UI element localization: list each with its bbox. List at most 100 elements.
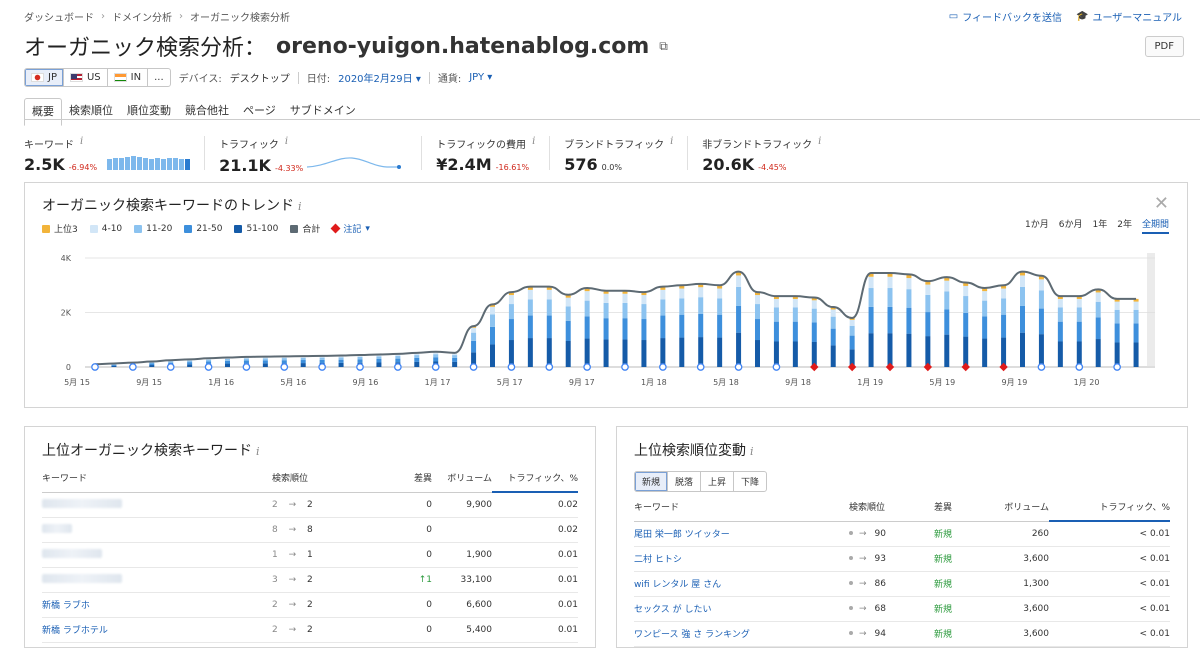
bar-segment (263, 363, 268, 367)
col-volume[interactable]: ボリューム (984, 493, 1049, 521)
pdf-button[interactable]: PDF (1145, 36, 1184, 57)
breadcrumb-dashboard[interactable]: ダッシュボード (24, 9, 94, 24)
table-row[interactable]: 新橋 ラブホテル 2 → 2 0 5,400 0.01 (42, 617, 578, 642)
table-row[interactable]: セックス が したい →68 新規 3,600 < 0.01 (634, 596, 1170, 621)
legend-51-100[interactable]: 51-100 (234, 224, 278, 234)
metric-brand-traffic[interactable]: ブランドトラフィックi 5760.0% (564, 136, 688, 170)
table-row[interactable]: 1 → 1 0 1,900 0.01 (42, 542, 578, 567)
current-position: 68 (875, 604, 886, 614)
currency-dropdown[interactable]: JPY ▾ (469, 72, 492, 83)
table-row[interactable]: 新橋 ラブホ 2 → 2 0 6,600 0.01 (42, 592, 578, 617)
keyword-link[interactable]: 二村 ヒトシ (634, 555, 682, 565)
keyword-link[interactable]: 新橋 ラブホ (42, 601, 90, 611)
db-more-button[interactable]: ... (148, 69, 170, 86)
table-row[interactable]: ワンピース 強 さ ランキング →94 新規 3,600 < 0.01 (634, 621, 1170, 646)
range-6m[interactable]: 6か月 (1059, 217, 1083, 234)
info-icon[interactable]: i (285, 136, 288, 151)
tab-pages[interactable]: ページ (236, 98, 283, 126)
dot-icon (849, 606, 853, 610)
tab-subdomains[interactable]: サブドメイン (283, 98, 363, 126)
metric-keywords[interactable]: キーワードi 2.5K-6.94% (24, 136, 205, 170)
keyword-link[interactable]: ワンピース 強 さ ランキング (634, 630, 750, 640)
metric-label: ブランドトラフィック (564, 136, 664, 151)
info-icon[interactable]: i (298, 200, 302, 213)
prev-position: 2 (272, 600, 278, 610)
note-diamond-icon (924, 363, 932, 371)
google-update-icon (546, 364, 552, 370)
x-tick-label: 5月 18 (713, 378, 739, 387)
seg-declined[interactable]: 下降 (734, 472, 766, 491)
col-traffic[interactable]: トラフィック、% (492, 464, 578, 492)
info-icon[interactable]: i (256, 445, 260, 458)
date-dropdown[interactable]: 2020年2月29日 ▾ (338, 70, 421, 85)
table-row[interactable]: 尾田 栄一郎 ツイッター →90 新規 260 < 0.01 (634, 521, 1170, 546)
bar-segment (717, 315, 722, 338)
info-icon[interactable]: i (670, 136, 673, 151)
notes-dropdown[interactable]: 注記▾ (332, 222, 370, 235)
col-diff[interactable]: 差異 (934, 493, 984, 521)
col-diff[interactable]: 差異 (362, 464, 432, 492)
seg-lost[interactable]: 脱落 (668, 472, 701, 491)
bar-segment (925, 336, 930, 367)
tab-positions[interactable]: 検索順位 (62, 98, 120, 126)
col-keyword[interactable]: キーワード (42, 464, 272, 492)
legend-11-20[interactable]: 11-20 (134, 224, 172, 234)
external-link-icon[interactable]: ⧉ (659, 39, 668, 54)
info-icon[interactable]: i (750, 445, 754, 458)
table-row[interactable]: 二村 ヒトシ →93 新規 3,600 < 0.01 (634, 546, 1170, 571)
keyword-link[interactable]: 尾田 栄一郎 ツイッター (634, 530, 730, 540)
google-update-icon (1038, 364, 1044, 370)
metric-nonbrand-traffic[interactable]: 非ブランドトラフィックi 20.6K-4.45% (702, 136, 835, 170)
legend-top3[interactable]: 上位3 (42, 222, 78, 235)
metrics-row: キーワードi 2.5K-6.94% トラフィックi 21.1K-4.33% トラ… (24, 136, 849, 170)
dot-icon (849, 556, 853, 560)
breadcrumb-domain-analysis[interactable]: ドメイン分析 (112, 9, 172, 24)
col-position[interactable]: 検索順位 (849, 493, 934, 521)
range-2y[interactable]: 2年 (1117, 217, 1132, 234)
metric-value: ¥2.4M (436, 155, 491, 174)
divider (429, 72, 430, 84)
feedback-link[interactable]: ▭フィードバックを送信 (949, 9, 1062, 24)
tab-position-changes[interactable]: 順位変動 (120, 98, 178, 126)
legend-total[interactable]: 合計 (290, 222, 320, 235)
table-row[interactable]: 8 → 8 0 0.02 (42, 517, 578, 542)
info-icon[interactable]: i (80, 136, 83, 151)
legend-4-10[interactable]: 4-10 (90, 224, 122, 234)
table-row[interactable]: 2 → 2 0 9,900 0.02 (42, 492, 578, 517)
metric-traffic[interactable]: トラフィックi 21.1K-4.33% (219, 136, 422, 170)
seg-new[interactable]: 新規 (635, 472, 668, 491)
range-1y[interactable]: 1年 (1093, 217, 1108, 234)
legend-21-50[interactable]: 21-50 (184, 224, 222, 234)
col-keyword[interactable]: キーワード (634, 493, 849, 521)
redacted-keyword (42, 499, 122, 508)
bar-segment (982, 316, 987, 338)
keyword-link[interactable]: セックス が したい (634, 605, 711, 615)
col-traffic[interactable]: トラフィック、% (1049, 493, 1170, 521)
close-icon[interactable]: ✕ (1154, 193, 1169, 214)
bar-segment (566, 298, 571, 307)
table-row[interactable]: wifi レンタル 屋 さん →86 新規 1,300 < 0.01 (634, 571, 1170, 596)
bar-segment (1001, 298, 1006, 314)
info-icon[interactable]: i (532, 136, 535, 151)
range-all[interactable]: 全期間 (1142, 217, 1169, 234)
device-value[interactable]: デスクトップ (230, 70, 290, 85)
range-1m[interactable]: 1か月 (1025, 217, 1049, 234)
table-row[interactable]: 3 → 2 ↑1 33,100 0.01 (42, 567, 578, 592)
db-jp-button[interactable]: JP (25, 69, 64, 86)
col-position[interactable]: 検索順位 (272, 464, 362, 492)
seg-improved[interactable]: 上昇 (701, 472, 734, 491)
col-volume[interactable]: ボリューム (432, 464, 492, 492)
info-icon[interactable]: i (818, 136, 821, 151)
db-us-button[interactable]: US (64, 69, 108, 86)
keyword-link[interactable]: 新橋 ラブホテル (42, 626, 108, 636)
cell-position: 2 → 2 (272, 617, 362, 642)
bar-segment (679, 338, 684, 367)
manual-link[interactable]: 🎓ユーザーマニュアル (1076, 9, 1182, 24)
google-update-icon (92, 364, 98, 370)
db-in-button[interactable]: IN (108, 69, 148, 86)
tab-overview[interactable]: 概要 (24, 98, 62, 126)
cell-diff: 0 (362, 517, 432, 542)
keyword-link[interactable]: wifi レンタル 屋 さん (634, 580, 721, 590)
metric-traffic-cost[interactable]: トラフィックの費用i ¥2.4M-16.61% (436, 136, 550, 170)
tab-competitors[interactable]: 競合他社 (178, 98, 236, 126)
